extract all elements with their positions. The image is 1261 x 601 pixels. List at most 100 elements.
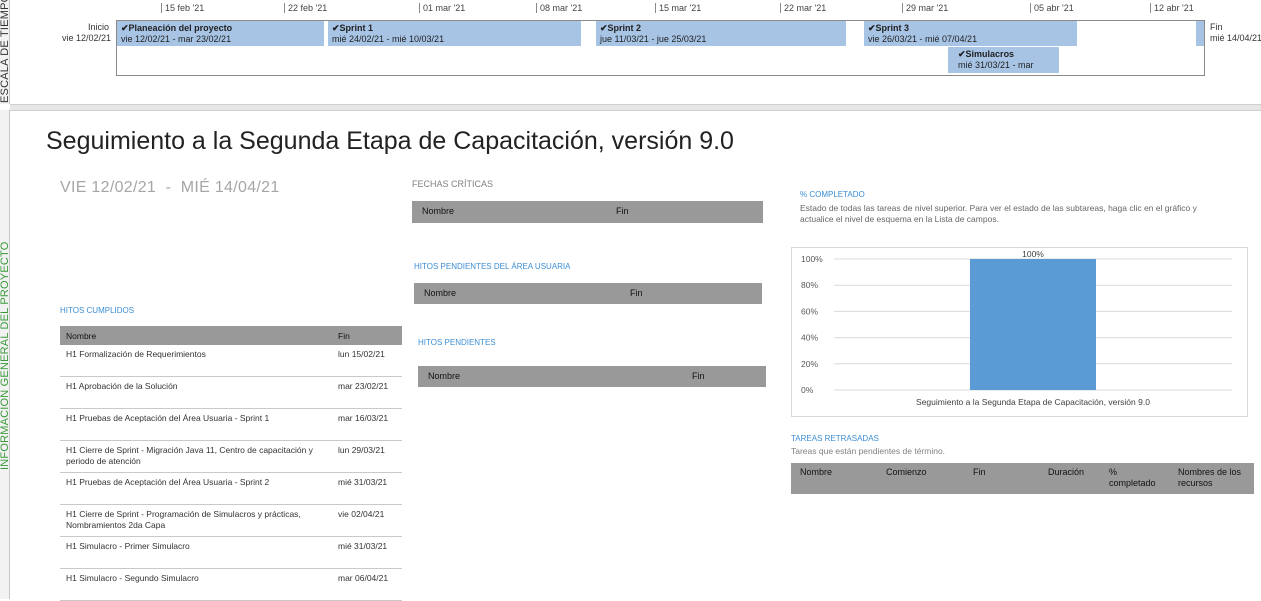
fechas-criticas-heading: FECHAS CRÍTICAS — [412, 179, 494, 189]
timeline-end-date: mié 14/04/21 — [1210, 33, 1261, 43]
timeline-bar-planeacion[interactable]: ✔Planeación del proyecto vie 12/02/21 - … — [117, 21, 324, 46]
col-fin: Fin — [332, 326, 402, 345]
cell-nombre: H1 Cierre de Sprint - Migración Java 11,… — [60, 440, 332, 473]
chart-y-tick-label: 100% — [801, 254, 823, 264]
col-fin: Fin — [973, 467, 986, 477]
timeline-start-label: Inicio — [88, 22, 110, 32]
cell-fin: mar 23/02/21 — [332, 376, 402, 409]
overview-side-label: INFORMACIÓN GENERAL DEL PROYECTO — [0, 241, 11, 470]
col-fin: Fin — [692, 371, 705, 381]
col-nombre: Nombre — [800, 467, 833, 477]
chart-y-tick-label: 20% — [801, 359, 818, 369]
timeline-bar-title: Planeación del proyecto — [128, 23, 233, 33]
chart-y-tick-label: 60% — [801, 306, 818, 316]
timeline-bar-dates: mié 31/03/21 - mar — [958, 60, 1034, 70]
col-nombres-recursos: Nombres de los recursos — [1178, 467, 1242, 488]
check-icon: ✔ — [958, 49, 966, 59]
table-row[interactable]: H1 Pruebas de Aceptación del Área Usuari… — [60, 408, 402, 441]
check-icon: ✔ — [121, 23, 129, 33]
col-porcentaje-completado: % completado — [1109, 467, 1156, 488]
cell-nombre: H1 Pruebas de Aceptación del Área Usuari… — [60, 408, 332, 441]
col-duracion: Duración — [1048, 467, 1085, 477]
table-row[interactable]: H1 Formalización de Requerimientos lun 15… — [60, 345, 402, 377]
cell-fin: mié 31/03/21 — [332, 536, 402, 569]
table-row[interactable]: H1 Aprobación de la Solución mar 23/02/21 — [60, 376, 402, 409]
report-date-start: VIE 12/02/21 — [60, 179, 157, 196]
col-fin: Fin — [630, 288, 643, 298]
table-row[interactable]: H1 Simulacro - Primer Simulacro mié 31/03… — [60, 536, 402, 569]
table-row[interactable]: H1 Pruebas de Aceptación del Área Usuari… — [60, 472, 402, 505]
table-row[interactable]: H1 Cierre de Sprint - Programación de Si… — [60, 504, 402, 537]
timeline-tick-label: 01 mar '21 — [419, 3, 465, 13]
hitos-cumplidos-heading: HITOS CUMPLIDOS — [60, 306, 135, 315]
timeline-end-label: Fin — [1210, 22, 1223, 32]
completado-chart[interactable]: 0% 20% 40% 60% 80% 100% 100% Seguimiento a la S… — [791, 247, 1248, 417]
timeline-bar-title: Sprint 1 — [339, 23, 374, 33]
cell-nombre: H1 Simulacro - Primer Simulacro — [60, 536, 332, 569]
hitos-pendientes-heading: HITOS PENDIENTES — [418, 338, 496, 347]
check-icon: ✔ — [868, 23, 876, 33]
cell-fin: vie 02/04/21 — [332, 504, 402, 537]
timeline-bar-dates: mié 24/02/21 - mié 10/03/21 — [332, 34, 445, 44]
timeline-tick-label: 29 mar '21 — [902, 3, 948, 13]
cell-nombre: H1 Cierre de Sprint - Programación de Si… — [60, 504, 332, 537]
hitos-area-usuaria-header: Nombre Fin — [414, 283, 762, 304]
col-nombre: Nombre — [424, 288, 457, 298]
col-nombre: Nombre — [422, 206, 455, 216]
timeline-tick-label: 15 feb '21 — [161, 3, 204, 13]
tareas-retrasadas-header: Nombre Comienzo Fin Duración % completad… — [791, 463, 1254, 494]
tareas-retrasadas-heading: TAREAS RETRASADAS — [791, 434, 879, 443]
chart-y-tick-label: 80% — [801, 280, 818, 290]
completado-heading: % COMPLETADO — [800, 190, 865, 199]
timeline-bar-sprint-2[interactable]: ✔Sprint 2 jue 11/03/21 - jue 25/03/21 — [596, 21, 846, 46]
check-icon: ✔ — [332, 23, 340, 33]
cell-fin: lun 15/02/21 — [332, 345, 402, 377]
timeline-tick-label: 08 mar '21 — [536, 3, 582, 13]
cell-nombre: H1 Simulacro - Segundo Simulacro — [60, 568, 332, 601]
col-comienzo: Comienzo — [886, 467, 927, 477]
chart-category-label: Seguimiento a la Segunda Etapa de Capaci… — [916, 397, 1150, 407]
hitos-pendientes-header: Nombre Fin — [418, 366, 766, 387]
report-date-range: VIE 12/02/21 - MIÉ 14/04/21 — [60, 179, 280, 197]
table-row[interactable]: H1 Cierre de Sprint - Migración Java 11,… — [60, 440, 402, 473]
page-title: Seguimiento a la Segunda Etapa de Capaci… — [46, 127, 734, 155]
completado-description: Estado de todas las tareas de nivel supe… — [800, 203, 1197, 224]
fechas-criticas-header: Nombre Fin — [412, 201, 763, 223]
section-divider — [10, 104, 1261, 111]
timeline-bar-sprint-1[interactable]: ✔Sprint 1 mié 24/02/21 - mié 10/03/21 — [328, 21, 581, 46]
timeline-tick-label: 05 abr '21 — [1030, 3, 1074, 13]
col-nombre: Nombre — [60, 326, 332, 345]
timeline-bar-simulacros[interactable]: ✔Simulacros mié 31/03/21 - mar — [948, 47, 1059, 73]
col-nombre: Nombre — [428, 371, 461, 381]
chart-y-tick-label: 0% — [801, 385, 814, 395]
timeline-tick-label: 12 abr '21 — [1150, 3, 1194, 13]
timeline-bar-dates: jue 11/03/21 - jue 25/03/21 — [600, 34, 707, 44]
timeline-tick-label: 22 feb '21 — [284, 3, 327, 13]
report-date-end: MIÉ 14/04/21 — [180, 179, 280, 196]
timeline-tick-label: 15 mar '21 — [655, 3, 701, 13]
cell-fin: lun 29/03/21 — [332, 440, 402, 473]
tareas-retrasadas-subtitle: Tareas que están pendientes de término. — [791, 446, 946, 456]
completado-chart-svg: 0% 20% 40% 60% 80% 100% 100% Seguimiento a la S… — [801, 249, 1232, 407]
timeline-start-date: vie 12/02/21 — [62, 33, 112, 43]
timeline-bar-sprint-3[interactable]: ✔Sprint 3 vie 26/03/21 - mié 07/04/21 — [864, 21, 1077, 46]
report-date-separator: - — [165, 179, 172, 196]
timeline-end-marker — [1196, 21, 1204, 46]
chart-bar[interactable] — [970, 259, 1096, 390]
timeline-bar-title: Sprint 3 — [875, 23, 910, 33]
timeline-bar-dates: vie 26/03/21 - mié 07/04/21 — [868, 34, 978, 44]
hitos-area-usuaria-heading: HITOS PENDIENTES DEL ÁREA USUARIA — [414, 262, 571, 271]
chart-data-label: 100% — [1022, 249, 1044, 259]
table-row[interactable]: H1 Simulacro - Segundo Simulacro mar 06/0… — [60, 568, 402, 601]
timeline-bar-title: Simulacros — [965, 49, 1015, 59]
check-icon: ✔ — [600, 23, 608, 33]
chart-y-tick-label: 40% — [801, 333, 818, 343]
cell-fin: mar 16/03/21 — [332, 408, 402, 441]
cell-fin: mié 31/03/21 — [332, 472, 402, 505]
cell-nombre: H1 Pruebas de Aceptación del Área Usuari… — [60, 472, 332, 505]
cell-fin: mar 06/04/21 — [332, 568, 402, 601]
timeline-bar-dates: vie 12/02/21 - mar 23/02/21 — [121, 34, 232, 44]
hitos-cumplidos-table: Nombre Fin H1 Formalización de Requerimi… — [60, 326, 402, 601]
timeline-tick-label: 22 mar '21 — [780, 3, 826, 13]
cell-nombre: H1 Aprobación de la Solución — [60, 376, 332, 409]
